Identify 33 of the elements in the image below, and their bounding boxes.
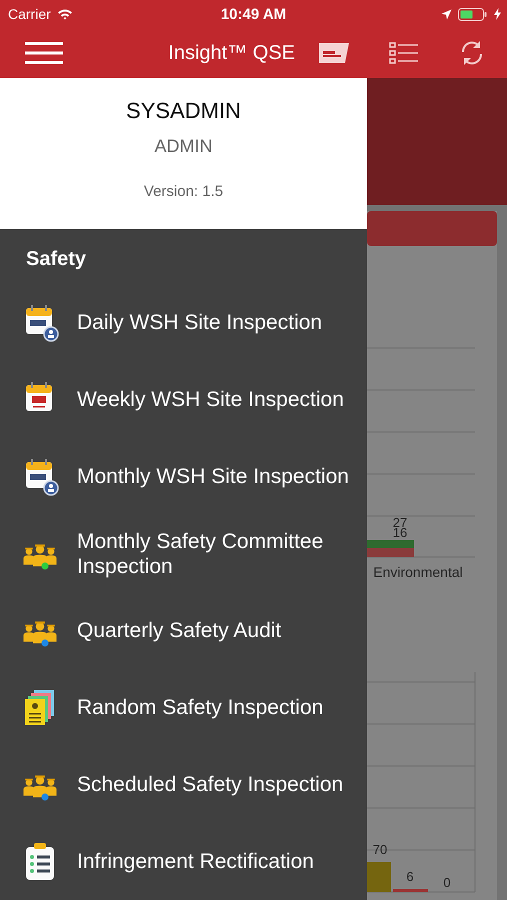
bar-value: 6 [406, 869, 414, 884]
workers-icon [24, 775, 56, 797]
menu-item[interactable]: Weekly WSH Site Inspection [0, 361, 367, 438]
menu-item[interactable]: Infringement Rectification [0, 823, 367, 900]
workers-icon [24, 621, 56, 643]
menu-item[interactable]: Random Safety Inspection [0, 669, 367, 746]
app-title: Insight™ QSE [168, 42, 295, 64]
refresh-button[interactable] [459, 40, 485, 66]
clock-time: 10:49 AM [220, 6, 286, 22]
bar-value: 70 [372, 842, 388, 857]
carrier-name: Carrier [8, 6, 51, 22]
menu-button[interactable] [25, 42, 63, 64]
menu-item[interactable]: Monthly WSH Site Inspection [0, 438, 367, 515]
menu-item[interactable]: Monthly Safety Committee Inspection [0, 515, 367, 592]
axis-category: Environmental [373, 564, 463, 580]
menu-item[interactable]: Scheduled Safety Inspection [0, 746, 367, 823]
user-name: SYSADMIN [126, 98, 241, 124]
battery-icon [458, 8, 488, 20]
wifi-icon [56, 8, 73, 20]
checklist-button[interactable] [389, 42, 419, 64]
version-label: Version: 1.5 [144, 183, 224, 200]
chart-bar [367, 548, 414, 557]
section-heading: Safety [25, 247, 88, 272]
menu-item[interactable]: Quarterly Safety Audit [0, 592, 367, 669]
chart-bar [393, 889, 428, 892]
workers-icon [24, 544, 56, 566]
user-role: ADMIN [154, 136, 212, 157]
charging-bolt-icon [494, 8, 501, 20]
chart-bar [367, 862, 391, 892]
menu-item[interactable]: Daily WSH Site Inspection [0, 284, 367, 361]
location-arrow-icon [441, 8, 452, 20]
bar-value: 0 [443, 875, 451, 890]
message-button[interactable] [319, 43, 349, 63]
